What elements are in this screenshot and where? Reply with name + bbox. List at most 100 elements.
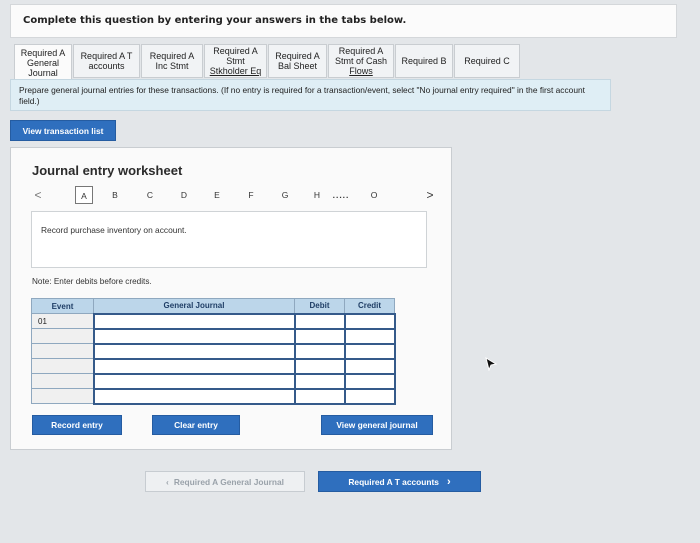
credit-field[interactable]	[343, 342, 396, 360]
tab-label: Required C	[464, 56, 510, 66]
nav-item-b[interactable]: B	[106, 186, 124, 204]
mouse-cursor-icon	[485, 357, 498, 371]
tab-label: Required A Bal Sheet	[275, 51, 320, 71]
credit-field[interactable]	[343, 372, 396, 390]
tab-6[interactable]: Required A Stmt of Cash Flows	[328, 44, 394, 78]
event-cell	[31, 328, 94, 344]
nav-item-o[interactable]: O	[365, 186, 383, 204]
chevron-right-icon: ›	[446, 475, 451, 488]
instruction-box: Complete this question by entering your …	[10, 4, 677, 38]
account-field[interactable]	[92, 372, 296, 390]
table-row	[31, 372, 396, 390]
tab-3[interactable]: Required A Inc Stmt	[141, 44, 203, 78]
tab-label-line: Stkholder Eq	[209, 66, 262, 76]
event-cell	[31, 388, 94, 404]
prepare-instructions-text: Prepare general journal entries for thes…	[19, 85, 585, 106]
tab-4[interactable]: Required A Stmt Stkholder Eq	[204, 44, 267, 78]
tab-7[interactable]: Required B	[395, 44, 453, 78]
tab-label: Required A Taccounts	[81, 51, 133, 71]
tab-label-line: Stmt of Cash	[334, 56, 388, 66]
chevron-left-icon: ‹	[166, 476, 169, 487]
credit-header: Credit	[344, 298, 395, 314]
tab-label: Required A Inc Stmt	[150, 51, 195, 71]
nav-item-a[interactable]: A	[75, 186, 93, 204]
tab-label: Required A Stmt of Cash Flows	[335, 46, 387, 76]
tab-label-line: Required A T	[80, 51, 133, 61]
tab-label-line: Required B	[401, 56, 447, 66]
debit-field[interactable]	[293, 312, 346, 330]
debit-field[interactable]	[293, 342, 346, 360]
nav-item-d[interactable]: D	[175, 186, 193, 204]
record-entry-button[interactable]: Record entry	[32, 415, 122, 435]
account-field[interactable]	[92, 327, 296, 345]
tab-label: Required B	[401, 56, 446, 66]
tab-label-line: Required A	[20, 47, 66, 58]
tab-2[interactable]: Required A Taccounts	[73, 44, 140, 78]
tab-label-line: Required A	[338, 46, 384, 56]
debit-field[interactable]	[293, 387, 346, 405]
table-row	[31, 357, 396, 375]
event-cell	[31, 373, 94, 389]
account-field[interactable]	[92, 312, 296, 330]
credit-field[interactable]	[343, 387, 396, 405]
next-tab-button[interactable]: Required A T accounts ›	[318, 471, 481, 492]
tab-label-line: Inc Stmt	[155, 61, 189, 71]
tab-label-line: accounts	[88, 61, 125, 71]
transaction-description: Record purchase inventory on account.	[41, 225, 187, 235]
view-general-journal-button[interactable]: View general journal	[321, 415, 433, 435]
tab-label-line: General	[26, 57, 60, 68]
clear-entry-button[interactable]: Clear entry	[152, 415, 240, 435]
tab-1[interactable]: Required A General Journal	[14, 44, 72, 80]
prev-tab-label: Required A General Journal	[173, 476, 284, 487]
nav-next-icon[interactable]: >	[423, 186, 437, 204]
nav-item-g[interactable]: G	[276, 186, 294, 204]
nav-item-e[interactable]: E	[208, 186, 226, 204]
table-row	[31, 327, 396, 345]
tab-label: Required A Stmt Stkholder Eq	[210, 46, 262, 76]
tab-label-line: Required A	[275, 51, 320, 61]
general-journal-header: General Journal	[93, 298, 295, 314]
nav-item-c[interactable]: C	[141, 186, 159, 204]
tab-label: Required A General Journal	[21, 48, 66, 78]
event-cell	[31, 358, 94, 374]
tab-label-line: Bal Sheet	[277, 61, 318, 71]
prepare-instructions-box: Prepare general journal entries for thes…	[10, 79, 611, 111]
journal-table: Event General Journal Debit Credit 01	[31, 298, 396, 405]
account-field[interactable]	[92, 387, 296, 405]
tab-label-line: Required C	[464, 56, 510, 66]
prev-tab-button[interactable]: ‹ Required A General Journal	[145, 471, 305, 492]
debit-header: Debit	[294, 298, 345, 314]
debit-field[interactable]	[293, 357, 346, 375]
debits-note: Note: Enter debits before credits.	[32, 277, 152, 286]
tab-label-line: Required A	[213, 46, 258, 56]
event-header: Event	[31, 298, 94, 314]
credit-field[interactable]	[343, 327, 396, 345]
account-field[interactable]	[92, 357, 296, 375]
tab-8[interactable]: Required C	[454, 44, 520, 78]
nav-ellipsis: .....	[332, 190, 350, 200]
nav-item-f[interactable]: F	[242, 186, 260, 204]
journal-entry-worksheet: Journal entry worksheet < A B C D E F G …	[10, 147, 452, 450]
event-cell	[31, 343, 94, 359]
next-tab-label: Required A T accounts	[348, 476, 439, 487]
view-transaction-list-button[interactable]: View transaction list	[10, 120, 116, 141]
instruction-text: Complete this question by entering your …	[23, 15, 407, 26]
table-row: 01	[31, 312, 396, 330]
tab-5[interactable]: Required A Bal Sheet	[268, 44, 327, 78]
worksheet-title: Journal entry worksheet	[32, 163, 183, 178]
debit-field[interactable]	[293, 327, 346, 345]
event-cell: 01	[31, 313, 94, 329]
table-row	[31, 342, 396, 360]
nav-item-h[interactable]: H	[308, 186, 326, 204]
tab-label-line: Stmt	[226, 56, 245, 66]
transaction-description-box: Record purchase inventory on account.	[31, 211, 427, 268]
debit-field[interactable]	[293, 372, 346, 390]
tab-label-line: Journal	[28, 67, 58, 78]
tab-label-line: Required A	[149, 51, 195, 61]
table-row	[31, 387, 396, 405]
nav-prev-icon[interactable]: <	[31, 186, 45, 204]
credit-field[interactable]	[343, 312, 396, 330]
tab-label-line: Flows	[349, 66, 373, 76]
account-field[interactable]	[92, 342, 296, 360]
credit-field[interactable]	[343, 357, 396, 375]
